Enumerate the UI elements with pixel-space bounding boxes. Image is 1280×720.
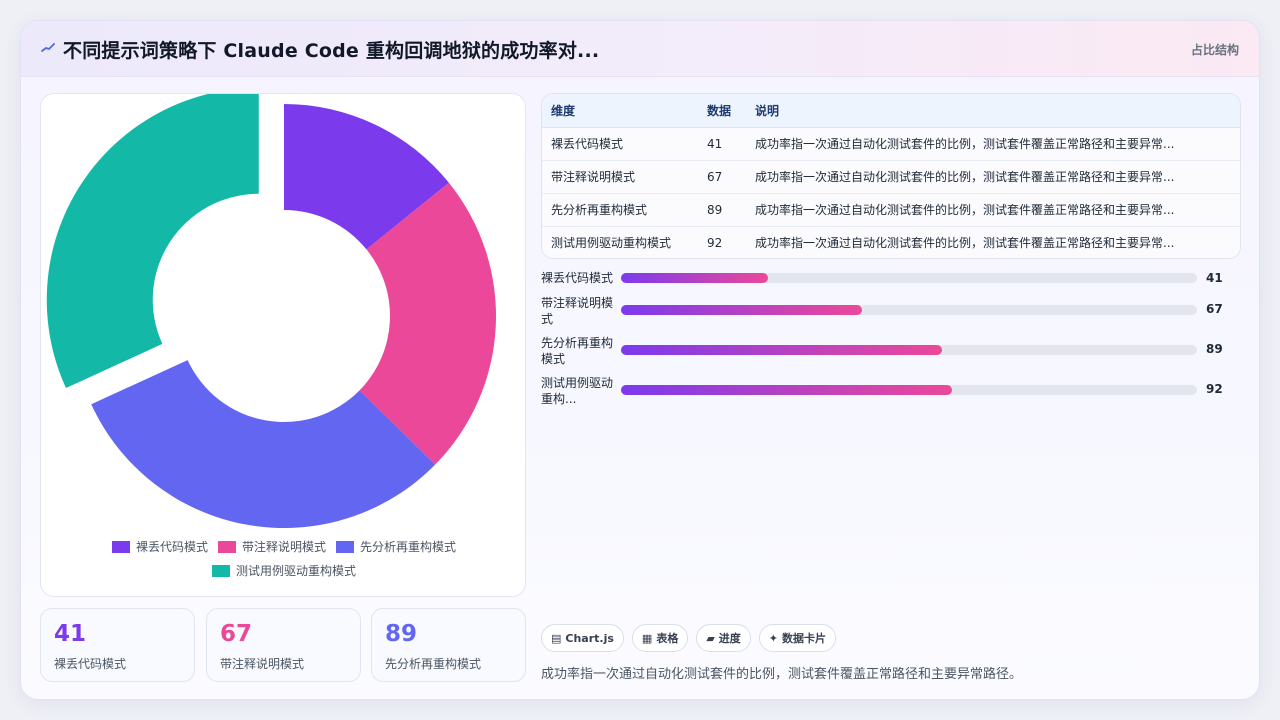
progress-fill <box>621 305 862 315</box>
stat-value: 89 <box>385 621 418 647</box>
progress-label: 先分析再重构模式 <box>541 336 614 366</box>
donut-chart-panel: 裸丢代码模式 带注释说明模式 先分析再重构模式 测试用例驱动重构模式 <box>40 93 526 597</box>
legend-item[interactable]: 先分析再重构模式 <box>336 538 456 555</box>
stat-label: 带注释说明模式 <box>220 657 305 671</box>
progress-value: 67 <box>1206 302 1223 316</box>
progress-fill <box>621 345 942 355</box>
legend-swatch <box>217 540 236 553</box>
progress-value: 89 <box>1206 342 1223 356</box>
chip-label: Chart.js <box>565 631 614 645</box>
chip-label: 表格 <box>656 632 679 645</box>
progress-label: 带注释说明模式 <box>541 296 614 326</box>
dashboard-card: 不同提示词策略下 Claude Code 重构回调地狱的成功率对... 占比结构… <box>20 20 1260 700</box>
column-header: 说明 <box>746 94 1240 128</box>
chip-data-cards[interactable]: ✦ 数据卡片 <box>758 624 837 652</box>
card-header: 不同提示词策略下 Claude Code 重构回调地狱的成功率对... 占比结构 <box>21 21 1259 77</box>
stat-card: 89 先分析再重构模式 <box>371 608 526 682</box>
chart-icon: ▤ <box>551 631 562 645</box>
stat-label: 先分析再重构模式 <box>385 657 482 671</box>
progress-label: 测试用例驱动重构... <box>541 376 614 406</box>
feature-chips: ▤ Chart.js ▦ 表格 ▰ 进度 ✦ 数据卡片 <box>541 624 837 652</box>
table-cell: 裸丢代码模式 <box>542 127 698 161</box>
table-cell: 67 <box>698 160 746 194</box>
table-row: 先分析再重构模式 89 成功率指一次通过自动化测试套件的比例，测试套件覆盖正常路… <box>542 193 1240 227</box>
stat-label: 裸丢代码模式 <box>54 657 127 671</box>
legend-label: 测试用例驱动重构模式 <box>235 564 356 578</box>
donut-chart <box>46 94 497 528</box>
column-header: 数据 <box>698 94 746 128</box>
table-row: 带注释说明模式 67 成功率指一次通过自动化测试套件的比例，测试套件覆盖正常路径… <box>542 160 1240 194</box>
table-header-row: 维度 数据 说明 <box>542 94 1240 128</box>
sparkle-icon: ✦ <box>768 631 779 645</box>
table-icon: ▦ <box>641 631 653 645</box>
progress-icon: ▰ <box>706 631 715 645</box>
legend-item[interactable]: 带注释说明模式 <box>217 538 326 555</box>
progress-track <box>621 385 1197 395</box>
progress-fill <box>621 273 768 283</box>
data-table: 维度 数据 说明 裸丢代码模式 41 成功率指一次通过自动化测试套件的比例，测试… <box>541 93 1241 259</box>
legend-swatch <box>336 540 354 553</box>
legend-label: 带注释说明模式 <box>241 540 326 554</box>
chip-progress[interactable]: ▰ 进度 <box>696 624 751 652</box>
chip-table[interactable]: ▦ 表格 <box>631 624 689 652</box>
chart-legend: 裸丢代码模式 带注释说明模式 先分析再重构模式 测试用例驱动重构模式 <box>41 538 527 579</box>
legend-swatch <box>211 564 230 577</box>
chip-chartjs[interactable]: ▤ Chart.js <box>541 624 624 652</box>
stat-value: 67 <box>220 621 253 647</box>
page-title: 不同提示词策略下 Claude Code 重构回调地狱的成功率对... <box>63 40 600 62</box>
table-cell: 成功率指一次通过自动化测试套件的比例，测试套件覆盖正常路径和主要异常... <box>746 127 1240 161</box>
progress-track <box>621 273 1197 283</box>
chip-label: 数据卡片 <box>782 632 827 645</box>
progress-value: 92 <box>1206 382 1223 396</box>
stat-value: 41 <box>54 621 87 647</box>
table-cell: 41 <box>698 127 746 161</box>
table-cell: 成功率指一次通过自动化测试套件的比例，测试套件覆盖正常路径和主要异常... <box>746 226 1240 258</box>
donut-slice-4[interactable] <box>46 94 259 389</box>
table-cell: 带注释说明模式 <box>542 160 698 194</box>
sparkline-icon <box>41 43 55 52</box>
table-cell: 成功率指一次通过自动化测试套件的比例，测试套件覆盖正常路径和主要异常... <box>746 193 1240 227</box>
table-row: 裸丢代码模式 41 成功率指一次通过自动化测试套件的比例，测试套件覆盖正常路径和… <box>542 127 1240 161</box>
stat-card: 67 带注释说明模式 <box>206 608 361 682</box>
footnote: 成功率指一次通过自动化测试套件的比例，测试套件覆盖正常路径和主要异常路径。 <box>541 667 1023 682</box>
progress-track <box>621 305 1197 315</box>
chip-label: 进度 <box>718 632 741 645</box>
legend-item[interactable]: 裸丢代码模式 <box>111 538 208 555</box>
table-cell: 先分析再重构模式 <box>542 193 698 227</box>
legend-label: 裸丢代码模式 <box>135 540 208 554</box>
table-cell: 测试用例驱动重构模式 <box>542 226 698 258</box>
legend-label: 先分析再重构模式 <box>360 540 457 554</box>
progress-fill <box>621 385 953 395</box>
table-cell: 89 <box>698 193 746 227</box>
table-row: 测试用例驱动重构模式 92 成功率指一次通过自动化测试套件的比例，测试套件覆盖正… <box>542 226 1240 258</box>
stat-card: 41 裸丢代码模式 <box>40 608 195 682</box>
legend-swatch <box>111 540 130 553</box>
legend-item[interactable]: 测试用例驱动重构模式 <box>211 562 356 579</box>
table-cell: 成功率指一次通过自动化测试套件的比例，测试套件覆盖正常路径和主要异常... <box>746 160 1240 194</box>
progress-value: 41 <box>1206 271 1223 285</box>
column-header: 维度 <box>542 94 698 128</box>
table-cell: 92 <box>698 226 746 258</box>
progress-label: 裸丢代码模式 <box>541 271 614 285</box>
progress-track <box>621 345 1197 355</box>
chart-type-label[interactable]: 占比结构 <box>1191 41 1239 58</box>
